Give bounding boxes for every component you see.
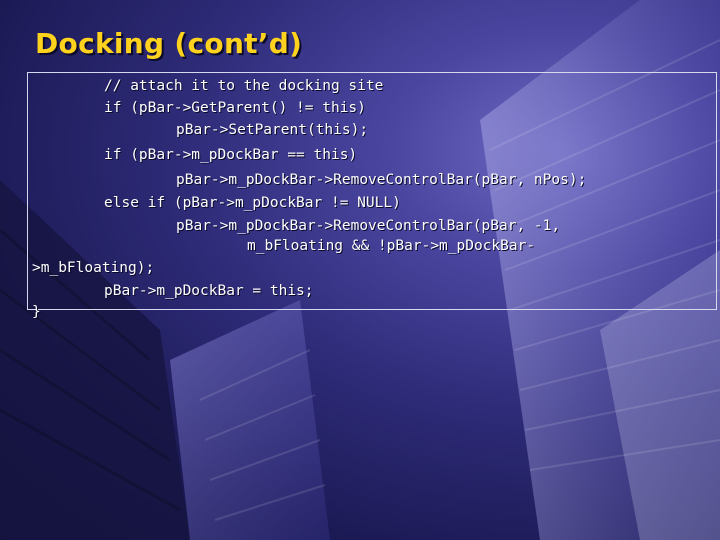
- code-line: pBar->m_pDockBar = this;: [104, 283, 314, 299]
- code-line: // attach it to the docking site: [104, 78, 384, 94]
- slide-title: Docking (cont’d): [35, 27, 303, 60]
- code-line: m_bFloating && !pBar->m_pDockBar-: [247, 238, 536, 254]
- code-line: >m_bFloating);: [32, 260, 155, 276]
- code-line: if (pBar->m_pDockBar == this): [104, 147, 358, 163]
- slide: Docking (cont’d) // attach it to the doc…: [0, 0, 720, 540]
- code-line: else if (pBar->m_pDockBar != NULL): [104, 195, 401, 211]
- code-line: pBar->m_pDockBar->RemoveControlBar(pBar,…: [176, 218, 561, 234]
- code-line: }: [32, 304, 41, 320]
- code-line: if (pBar->GetParent() != this): [104, 100, 366, 116]
- code-line: pBar->m_pDockBar->RemoveControlBar(pBar,…: [176, 172, 587, 188]
- code-line: pBar->SetParent(this);: [176, 122, 369, 138]
